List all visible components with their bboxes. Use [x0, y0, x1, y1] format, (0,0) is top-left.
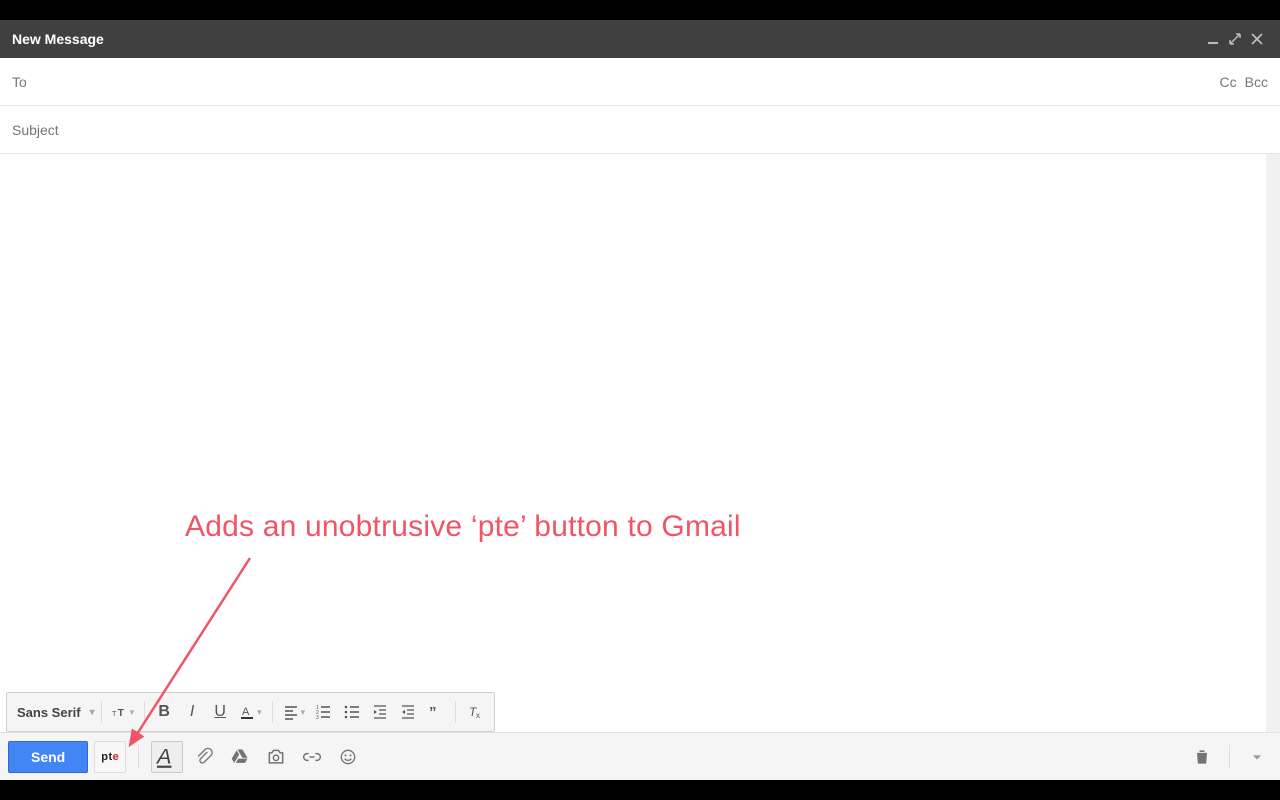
svg-text:A: A: [242, 706, 250, 718]
insert-link-button[interactable]: [297, 742, 327, 772]
discard-draft-button[interactable]: [1187, 742, 1217, 772]
annotation-text: Adds an unobtrusive ‘pte’ button to Gmai…: [185, 510, 741, 544]
formatting-toolbar: Sans Serif TT ▾ B I U A ▾ ▾ 123: [6, 692, 495, 732]
to-input[interactable]: [49, 74, 1219, 90]
bullet-list-button[interactable]: [339, 698, 365, 726]
minimize-button[interactable]: [1202, 28, 1224, 50]
formatting-toggle-button[interactable]: A: [151, 741, 183, 773]
close-button[interactable]: [1246, 28, 1268, 50]
insert-drive-button[interactable]: [225, 742, 255, 772]
to-label: To: [12, 74, 49, 90]
pte-button[interactable]: pte: [94, 741, 126, 773]
caret-down-icon: ▾: [301, 707, 306, 718]
insert-photo-button[interactable]: [261, 742, 291, 772]
compose-title: New Message: [12, 31, 1202, 47]
numbered-list-button[interactable]: 123: [311, 698, 337, 726]
subject-input[interactable]: [12, 122, 1268, 138]
compose-header: New Message: [0, 20, 1280, 58]
bcc-button[interactable]: Bcc: [1245, 74, 1268, 90]
toolbar-separator: [144, 701, 145, 723]
send-button[interactable]: Send: [8, 741, 88, 773]
indent-less-button[interactable]: [367, 698, 393, 726]
pte-icon: pte: [101, 751, 119, 763]
cc-button[interactable]: Cc: [1220, 74, 1237, 90]
toolbar-separator: [455, 701, 456, 723]
camera-icon: [266, 747, 286, 767]
cc-bcc-container: Cc Bcc: [1220, 74, 1268, 90]
toolbar-separator: [272, 701, 273, 723]
font-size-button[interactable]: TT ▾: [108, 698, 139, 726]
recipients-row[interactable]: To Cc Bcc: [0, 58, 1280, 106]
align-button[interactable]: ▾: [279, 698, 310, 726]
svg-text:T: T: [112, 709, 117, 718]
toolbar-separator: [138, 745, 139, 769]
font-family-select[interactable]: Sans Serif: [13, 698, 95, 726]
caret-down-icon: ▾: [130, 707, 135, 718]
insert-emoji-button[interactable]: [333, 742, 363, 772]
indent-more-button[interactable]: [395, 698, 421, 726]
svg-text:3: 3: [316, 715, 319, 720]
attach-file-button[interactable]: [189, 742, 219, 772]
caret-down-icon: [1247, 747, 1267, 767]
emoji-icon: [338, 747, 358, 767]
toolbar-separator: [1229, 745, 1230, 769]
text-color-button[interactable]: A ▾: [235, 698, 266, 726]
underline-button[interactable]: U: [207, 698, 233, 726]
drive-icon: [230, 747, 250, 767]
svg-text:x: x: [476, 711, 480, 720]
bold-button[interactable]: B: [151, 698, 177, 726]
remove-formatting-button[interactable]: Tx: [462, 698, 488, 726]
svg-text:T: T: [117, 708, 124, 719]
link-icon: [302, 747, 322, 767]
message-body-scroll[interactable]: [0, 154, 1280, 732]
message-body[interactable]: [0, 154, 1266, 732]
text-format-icon: A: [152, 742, 182, 772]
screenshot-stage: { "header": { "title": "New Message" }, …: [0, 0, 1280, 800]
popout-button[interactable]: [1224, 28, 1246, 50]
paperclip-icon: [194, 747, 214, 767]
subject-row[interactable]: [0, 106, 1280, 154]
compose-action-bar: Send pte A: [0, 732, 1280, 780]
compose-window: New Message To Cc Bcc: [0, 20, 1280, 780]
caret-down-icon: ▾: [257, 707, 262, 718]
toolbar-separator: [101, 701, 102, 723]
svg-text:”: ”: [429, 704, 437, 720]
more-options-button[interactable]: [1242, 742, 1272, 772]
quote-button[interactable]: ”: [423, 698, 449, 726]
trash-icon: [1192, 747, 1212, 767]
italic-button[interactable]: I: [179, 698, 205, 726]
svg-text:A: A: [155, 743, 171, 768]
